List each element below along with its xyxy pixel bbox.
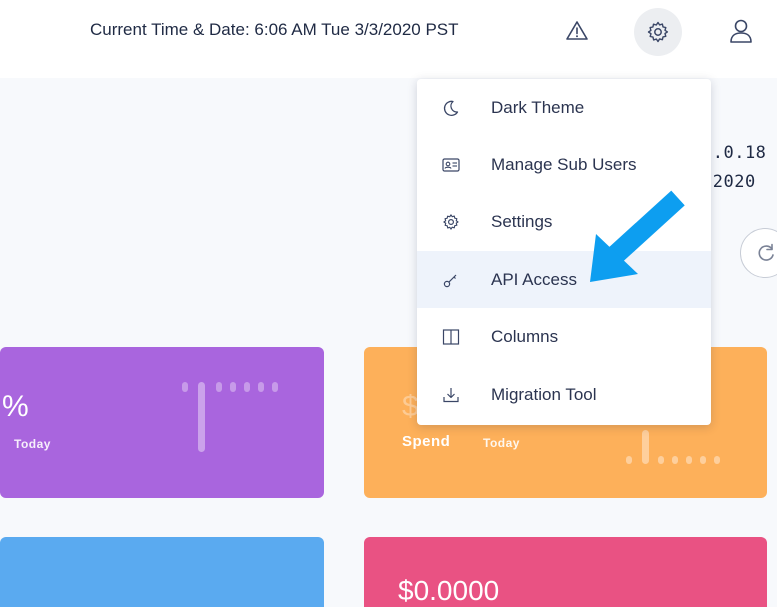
columns-icon [441, 327, 461, 347]
sparkline-chart [626, 430, 720, 464]
menu-item-columns[interactable]: Columns [417, 308, 711, 365]
top-header: Current Time & Date: 6:06 AM Tue 3/3/202… [0, 0, 777, 78]
gear-icon [647, 21, 669, 43]
menu-item-migration-tool[interactable]: Migration Tool [417, 366, 711, 423]
menu-item-label: Dark Theme [491, 97, 585, 117]
annotation-arrow-icon [590, 190, 685, 282]
sparkline-chart [182, 382, 278, 452]
menu-item-dark-theme[interactable]: Dark Theme [417, 79, 711, 136]
download-icon [441, 385, 461, 405]
moon-icon [441, 98, 461, 118]
card-period: Today [14, 437, 51, 451]
menu-item-label: Manage Sub Users [491, 154, 637, 174]
user-icon[interactable] [727, 17, 755, 45]
menu-item-label: Columns [491, 326, 559, 346]
version-text: 2.0.18 [702, 143, 767, 163]
settings-gear-button[interactable] [634, 8, 682, 56]
menu-item-label: Migration Tool [491, 384, 597, 404]
card-label: Spend [402, 433, 451, 450]
key-icon [441, 270, 461, 290]
gear-icon [441, 212, 461, 232]
menu-item-label: Settings [491, 211, 553, 231]
refresh-icon [758, 243, 774, 261]
card-value: $0.0000 [398, 575, 500, 606]
card-period: Today [483, 436, 520, 450]
stat-card-blue[interactable] [0, 537, 324, 607]
id-card-icon [441, 155, 461, 175]
card-value: % [2, 390, 29, 423]
current-datetime: Current Time & Date: 6:06 AM Tue 3/3/202… [90, 20, 459, 39]
warning-icon[interactable] [565, 19, 589, 43]
refresh-button[interactable] [740, 228, 777, 278]
stat-card-red[interactable]: $0.0000 [364, 537, 767, 607]
